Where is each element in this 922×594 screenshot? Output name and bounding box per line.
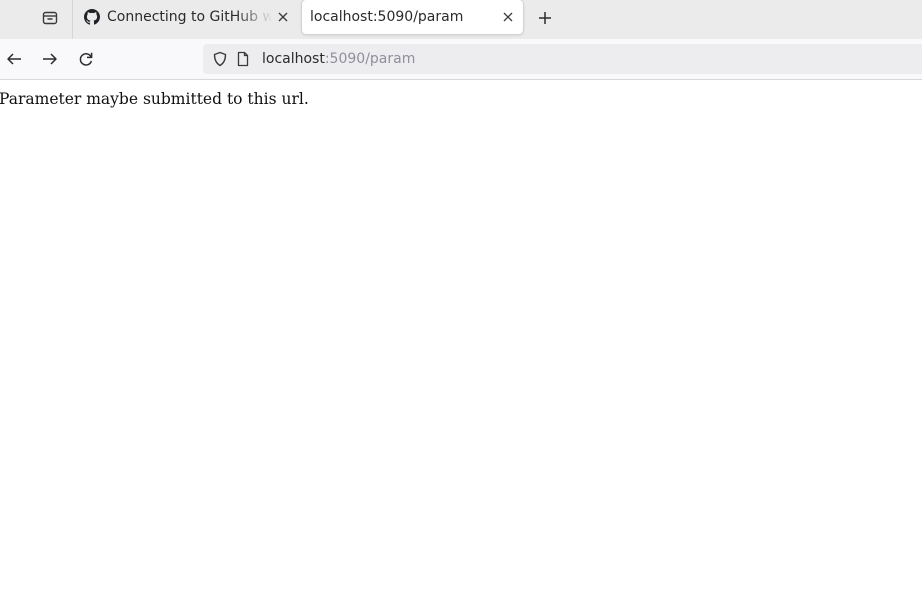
tab-separator	[72, 0, 73, 39]
close-icon	[278, 12, 288, 22]
navigation-toolbar: localhost:5090/param	[0, 39, 922, 80]
github-icon	[84, 9, 100, 25]
url-host: localhost	[262, 51, 325, 67]
tracking-protection-button[interactable]	[211, 50, 229, 68]
shield-icon	[213, 51, 227, 67]
back-arrow-icon	[7, 53, 21, 65]
close-icon	[503, 12, 513, 22]
forward-arrow-icon	[43, 53, 57, 65]
browser-window: Connecting to GitHub with SSH localhost:…	[0, 0, 922, 594]
address-bar[interactable]: localhost:5090/param	[203, 44, 922, 74]
tab-title: localhost:5090/param	[310, 9, 464, 25]
tab-github-ssh[interactable]: Connecting to GitHub with SSH	[74, 0, 298, 34]
tab-title: Connecting to GitHub with SSH	[107, 9, 272, 25]
reload-button[interactable]	[74, 47, 98, 71]
body-text: Parameter maybe submitted to this url.	[0, 90, 309, 108]
new-tab-button[interactable]	[533, 6, 557, 30]
forward-button[interactable]	[38, 47, 62, 71]
tab-strip: Connecting to GitHub with SSH localhost:…	[0, 0, 922, 39]
url-text: localhost:5090/param	[262, 51, 415, 67]
plus-icon	[539, 12, 551, 24]
page-info-button[interactable]	[234, 50, 252, 68]
page-icon	[237, 51, 249, 67]
back-button[interactable]	[2, 47, 26, 71]
tab-list-button[interactable]	[38, 6, 62, 30]
url-path: :5090/param	[324, 51, 416, 67]
close-tab-button[interactable]	[272, 6, 294, 28]
tab-localhost-param[interactable]: localhost:5090/param	[302, 0, 523, 34]
close-tab-button[interactable]	[497, 6, 519, 28]
reload-icon	[79, 52, 93, 66]
page-content: Parameter maybe submitted to this url.	[0, 80, 922, 594]
tab-list-icon	[42, 11, 58, 25]
